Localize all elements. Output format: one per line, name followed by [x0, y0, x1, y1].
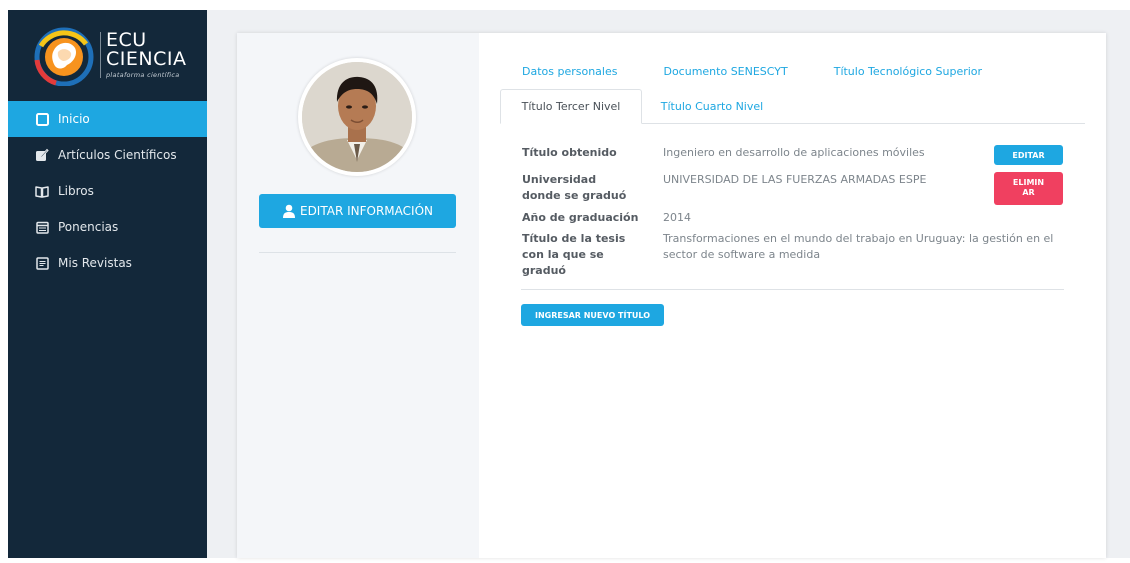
tabs-row-1: Datos personales Documento SENESCYT Títu…: [522, 65, 1028, 78]
logo-emblem-icon: [34, 27, 94, 86]
sidebar-item-ponencias[interactable]: Ponencias: [8, 209, 207, 245]
app-frame: ECU CIENCIA plataforma científica Inicio…: [8, 10, 1130, 558]
sidebar-item-label: Mis Revistas: [58, 256, 132, 270]
anio-graduacion-value: 2014: [663, 211, 691, 224]
sidebar-item-label: Libros: [58, 184, 94, 198]
sidebar-item-mis-revistas[interactable]: Mis Revistas: [8, 245, 207, 281]
sidebar-item-label: Artículos Científicos: [58, 148, 177, 162]
separator: [521, 289, 1064, 290]
titulo-obtenido-label: Título obtenido: [522, 146, 617, 159]
sidebar-item-label: Inicio: [58, 112, 90, 126]
logo-text: ECU CIENCIA plataforma científica: [106, 29, 187, 80]
editar-button[interactable]: EDITAR: [994, 145, 1063, 165]
tab-titulo-cuarto-nivel[interactable]: Título Cuarto Nivel: [642, 89, 782, 124]
ingresar-nuevo-titulo-button[interactable]: INGRESAR NUEVO TÍTULO: [521, 304, 664, 326]
logo[interactable]: ECU CIENCIA plataforma científica: [34, 26, 194, 92]
sidebar: ECU CIENCIA plataforma científica Inicio…: [8, 10, 207, 558]
profile-panel: EDITAR INFORMACIÓN: [237, 33, 479, 558]
content-card: EDITAR INFORMACIÓN Datos personales Docu…: [237, 33, 1106, 558]
sidebar-item-libros[interactable]: Libros: [8, 173, 207, 209]
tabs-row-2: Título Tercer Nivel Título Cuarto Nivel: [500, 89, 1085, 124]
avatar: [298, 58, 416, 176]
universidad-label: Universidad donde se graduó: [522, 173, 627, 202]
logo-line1: ECU: [106, 29, 147, 51]
user-icon: [282, 204, 296, 218]
tab-titulo-tercer-nivel[interactable]: Título Tercer Nivel: [500, 89, 642, 124]
logo-divider: [100, 32, 101, 78]
sidebar-item-label: Ponencias: [58, 220, 119, 234]
tab-titulo-tecnologico[interactable]: Título Tecnológico Superior: [834, 65, 982, 78]
tab-datos-personales[interactable]: Datos personales: [522, 65, 617, 78]
calendar-icon: [35, 220, 49, 234]
edit-info-label: EDITAR INFORMACIÓN: [299, 204, 433, 218]
logo-tagline: plataforma científica: [106, 71, 180, 79]
edit-icon: [35, 148, 49, 162]
tab-documento-senescyt[interactable]: Documento SENESCYT: [663, 65, 787, 78]
anio-graduacion-label: Año de graduación: [522, 211, 639, 224]
sidebar-item-inicio[interactable]: Inicio: [8, 101, 207, 137]
eliminar-button[interactable]: ELIMINAR: [994, 172, 1063, 205]
document-icon: [35, 256, 49, 270]
titulo-tesis-label: Título de la tesis con la que se graduó: [522, 232, 626, 277]
square-icon: [35, 112, 49, 126]
titulo-tesis-value: Transformaciones en el mundo del trabajo…: [663, 232, 1054, 261]
sidebar-nav: Inicio Artículos Científicos Libros Pone…: [8, 101, 207, 281]
book-icon: [35, 184, 49, 198]
logo-line2: CIENCIA: [106, 48, 187, 70]
sidebar-item-articulos[interactable]: Artículos Científicos: [8, 137, 207, 173]
divider: [259, 252, 456, 253]
edit-info-button[interactable]: EDITAR INFORMACIÓN: [259, 194, 456, 228]
